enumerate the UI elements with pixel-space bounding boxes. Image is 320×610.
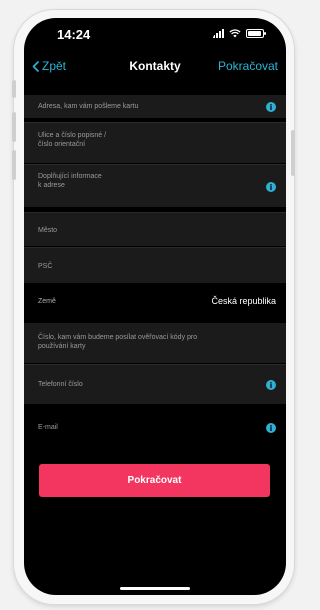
chevron-left-icon [32, 60, 39, 72]
notch [94, 18, 216, 44]
zip-placeholder: PSČ [38, 263, 53, 270]
info-icon[interactable]: i [266, 182, 276, 192]
battery-icon [246, 28, 266, 38]
card-address-header: Adresa, kam vám pošleme kartu [38, 103, 139, 110]
phone-placeholder: Telefonní číslo [38, 381, 83, 388]
power-button [291, 130, 295, 176]
continue-link[interactable]: Pokračovat [218, 59, 278, 73]
city-field[interactable]: Město [24, 212, 286, 246]
back-label: Zpět [42, 59, 67, 73]
info-icon[interactable]: i [266, 423, 276, 433]
status-icons [213, 28, 266, 38]
additional-info-placeholder: Doplňující informace k adrese [38, 173, 102, 189]
street-placeholder: Ulice a číslo popisné / číslo orientační [38, 132, 107, 148]
info-icon[interactable]: i [266, 380, 276, 390]
country-select[interactable]: Země Česká republika [24, 285, 286, 319]
info-icon[interactable]: i [266, 102, 276, 112]
card-address-section: Adresa, kam vám pošleme kartu i [24, 95, 286, 118]
status-time: 14:24 [57, 27, 91, 42]
email-placeholder: E-mail [38, 424, 58, 431]
phone-section: Číslo, kam vám budeme posílat ověřovací … [24, 323, 286, 363]
volume-down-button [12, 150, 16, 180]
country-value: Česká republika [211, 296, 276, 306]
mute-switch [12, 80, 16, 98]
phone-header: Číslo, kam vám budeme posílat ověřovací … [38, 334, 198, 350]
additional-info-field[interactable]: Doplňující informace k adrese i [24, 164, 286, 207]
street-field[interactable]: Ulice a číslo popisné / číslo orientační [24, 122, 286, 163]
city-placeholder: Město [38, 227, 58, 234]
zip-field[interactable]: PSČ [24, 247, 286, 283]
wifi-icon [229, 28, 241, 38]
continue-button[interactable]: Pokračovat [39, 464, 270, 497]
phone-screen: 14:24 Zpět Kontakty Pokračovat Adresa, k… [24, 18, 286, 595]
phone-field[interactable]: Telefonní číslo i [24, 364, 286, 404]
email-field[interactable]: E-mail i [24, 410, 286, 450]
back-button[interactable]: Zpět [32, 59, 66, 73]
home-indicator [120, 587, 190, 590]
volume-up-button [12, 112, 16, 142]
navigation-bar: Zpět Kontakty Pokračovat [24, 56, 286, 80]
